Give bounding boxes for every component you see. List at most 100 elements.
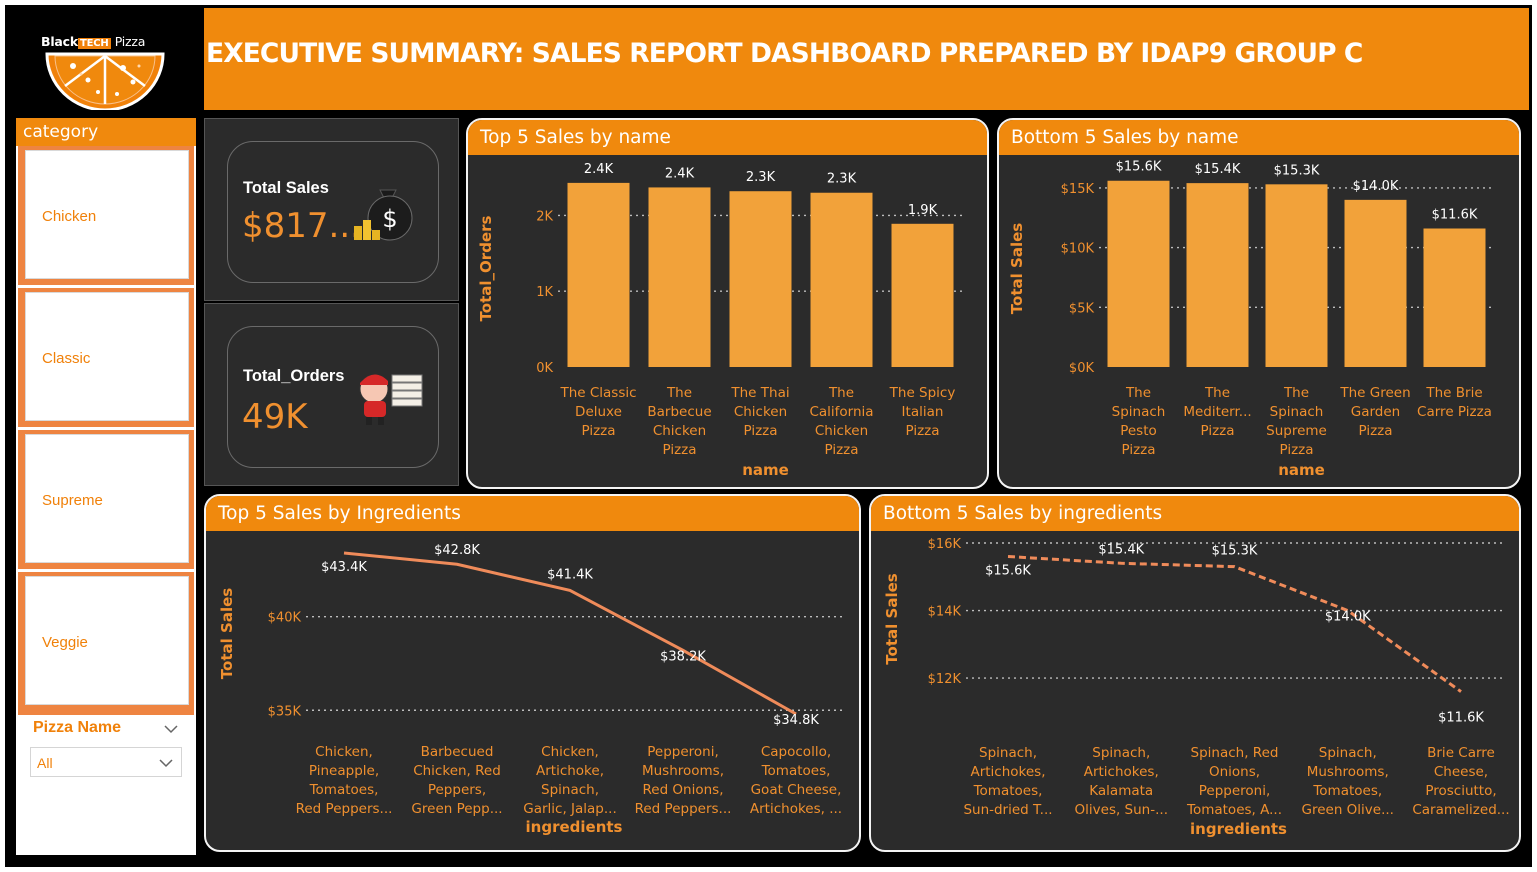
x-tick-label: Brie Carre	[1427, 745, 1495, 761]
y-tick-label: $35K	[268, 704, 302, 719]
category-slicer: category Chicken Classic Supreme Veggie …	[16, 118, 196, 855]
data-label: $14.0K	[1325, 610, 1371, 625]
y-tick-label: $40K	[268, 611, 302, 626]
x-tick-label: Pizza	[1121, 442, 1155, 458]
x-tick-label: Deluxe	[575, 404, 622, 420]
x-tick-label: Pizza	[581, 423, 615, 439]
bar	[1344, 199, 1407, 367]
category-tile-inner: Supreme	[25, 434, 189, 563]
data-label: $15.3K	[1212, 544, 1258, 559]
category-tile-inner: Classic	[25, 292, 189, 421]
y-axis-title: Total_Orders	[477, 216, 495, 322]
data-label: $15.4K	[1098, 542, 1144, 557]
data-label: $15.6K	[985, 564, 1031, 579]
data-label: $34.8K	[773, 713, 819, 728]
y-axis-title: Total Sales	[1008, 223, 1026, 314]
x-tick-label: Chicken,	[315, 744, 373, 760]
x-tick-label: Supreme	[1266, 423, 1327, 439]
chevron-down-icon[interactable]	[164, 724, 178, 734]
data-label: $41.4K	[547, 567, 593, 582]
y-tick-label: 0K	[536, 361, 553, 376]
x-tick-label: Chicken	[653, 423, 706, 439]
x-tick-label: Artichokes, ...	[750, 801, 842, 817]
x-tick-label: Caramelized...	[1412, 802, 1509, 818]
category-tile-supreme[interactable]: Supreme	[18, 430, 194, 569]
pizza-name-dropdown[interactable]: All	[30, 747, 182, 777]
y-tick-label: $10K	[1061, 242, 1095, 257]
chart-top5-sales-by-ingredients[interactable]: $35K $40K Total Sales $43.4K $42.8K $41.4K $38…	[206, 530, 859, 850]
x-tick-label: Pizza	[743, 423, 777, 439]
x-tick-label: Olives, Sun-...	[1075, 802, 1168, 818]
bar	[1107, 180, 1170, 367]
logo-brand-tech: TECH	[77, 38, 111, 49]
chart-bottom5-sales-by-ingredients[interactable]: $12K $14K $16K Total Sales $15.6K $15.4K $15.3…	[871, 530, 1519, 850]
bar	[891, 223, 954, 367]
pizza-name-label: Pizza Name	[33, 719, 122, 736]
pizza-delivery-icon	[359, 374, 423, 425]
series-line	[1007, 555, 1462, 693]
data-label: 1.9K	[908, 203, 938, 218]
logo-brand-left: Black	[41, 34, 78, 49]
x-tick-label: Tomatoes,	[1312, 783, 1382, 799]
x-tick-label: The Green	[1339, 385, 1410, 401]
chart-header: Top 5 Sales by Ingredients	[206, 496, 859, 531]
chart-bottom5-sales-by-name[interactable]: $0K $5K $10K $15K Total Sales $15.6K $15.4K $15…	[999, 155, 1519, 487]
chart-panel-top5-ingredients: Top 5 Sales by Ingredients $35K $40K Total…	[204, 494, 861, 852]
category-tile-chicken[interactable]: Chicken	[18, 146, 194, 285]
x-tick-label: Cheese,	[1434, 764, 1488, 780]
x-tick-label: Pizza	[905, 423, 939, 439]
data-label: $14.0K	[1353, 179, 1399, 194]
x-axis-title: name	[742, 461, 789, 479]
data-label: 2.4K	[584, 162, 614, 177]
x-tick-label: Barbecue	[647, 404, 711, 420]
kpi-value: $817...	[242, 206, 361, 246]
chart-header: Bottom 5 Sales by name	[999, 120, 1519, 155]
y-tick-label: $16K	[928, 537, 962, 552]
kpi-card-total-orders: Total_Orders 49K	[227, 326, 439, 468]
y-tick-label: $0K	[1069, 361, 1095, 376]
x-tick-label: Italian	[902, 404, 944, 420]
x-tick-label: Pizza	[824, 442, 858, 458]
bar	[567, 182, 630, 367]
chart-title: Bottom 5 Sales by ingredients	[883, 503, 1163, 524]
x-tick-label: Pepperoni,	[1199, 783, 1271, 799]
x-tick-label: Red Peppers...	[635, 801, 732, 817]
x-tick-label: Kalamata	[1089, 783, 1153, 799]
kpi-label: Total Sales	[243, 179, 329, 197]
svg-text:$: $	[382, 205, 397, 233]
category-tile-classic[interactable]: Classic	[18, 288, 194, 427]
x-tick-label: Red Peppers...	[296, 801, 393, 817]
slicer-divider	[18, 711, 194, 715]
chart-top5-sales-by-name[interactable]: 0K 1K 2K Total_Orders 2.4K 2.4K 2.3K 2.3K 1.9K Th…	[468, 155, 987, 487]
x-tick-label: Tomatoes, A...	[1186, 802, 1282, 818]
x-tick-label: Spinach,	[979, 745, 1037, 761]
pizza-logo-icon	[45, 52, 165, 110]
x-tick-label: Tomatoes,	[309, 782, 379, 798]
x-tick-label: Mediterr...	[1183, 404, 1251, 420]
kpi-panel-orders: Total_Orders 49K	[204, 303, 459, 486]
x-tick-label: Mushrooms,	[642, 763, 724, 779]
x-tick-label: Artichokes,	[1084, 764, 1159, 780]
chart-panel-bottom5-name: Bottom 5 Sales by name $0K $5K $10K $15K Tot…	[997, 118, 1521, 489]
category-tile-veggie[interactable]: Veggie	[18, 572, 194, 711]
x-tick-label: Carre Pizza	[1417, 404, 1492, 420]
bar	[810, 192, 873, 367]
data-label: $15.4K	[1195, 162, 1241, 177]
x-tick-label: Green Pepp...	[411, 801, 502, 817]
chart-title: Top 5 Sales by Ingredients	[218, 503, 461, 524]
brand-logo: Black TECH Pizza	[5, 5, 203, 110]
category-label: Classic	[42, 350, 91, 367]
x-tick-label: The Classic	[559, 385, 636, 401]
kpi-panel-sales: Total Sales $817... $	[204, 118, 459, 301]
y-axis-title: Total Sales	[883, 573, 901, 664]
x-tick-label: Garlic, Jalap...	[523, 801, 617, 817]
y-tick-label: 2K	[536, 209, 553, 224]
page-title: EXECUTIVE SUMMARY: SALES REPORT DASHBOAR…	[206, 38, 1363, 69]
x-tick-label: Goat Cheese,	[751, 782, 842, 798]
y-tick-label: $12K	[928, 672, 962, 687]
x-tick-label: Garden	[1351, 404, 1400, 420]
data-label: $15.3K	[1274, 163, 1320, 178]
slicer-title: category	[23, 122, 99, 142]
x-tick-label: Pizza	[662, 442, 696, 458]
x-tick-label: Pizza	[1279, 442, 1313, 458]
